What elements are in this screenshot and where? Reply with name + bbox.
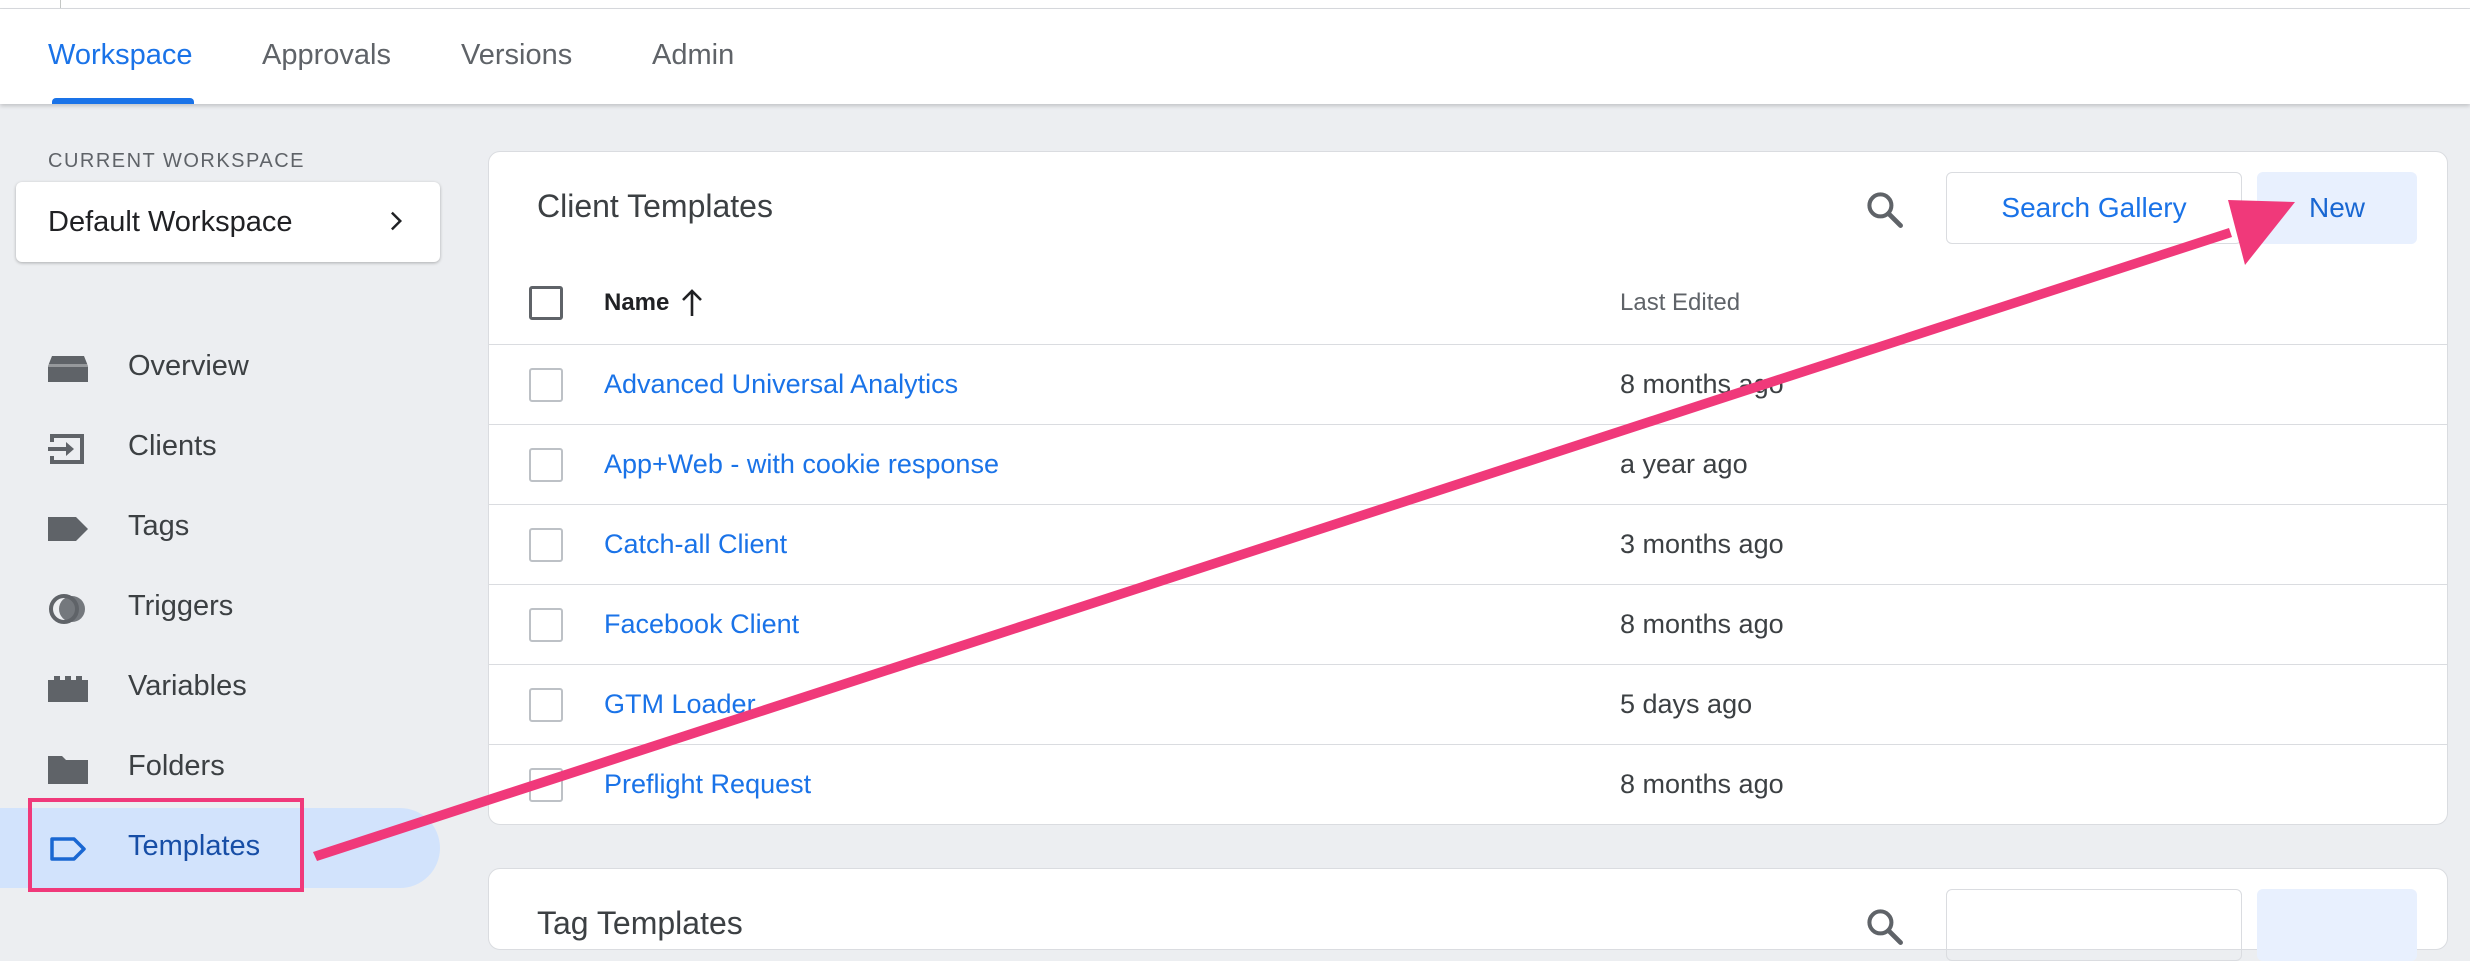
- client-templates-card: Client Templates Search Gallery New Name…: [488, 151, 2448, 825]
- last-edited-value: 8 months ago: [1620, 609, 1784, 639]
- sidebar-item-tags[interactable]: Tags: [0, 488, 440, 568]
- card-title: Tag Templates: [537, 905, 743, 941]
- row-checkbox[interactable]: [529, 688, 563, 722]
- tab-admin[interactable]: Admin: [652, 39, 734, 72]
- row-checkbox[interactable]: [529, 608, 563, 642]
- sidebar-item-folders[interactable]: Folders: [0, 728, 440, 808]
- tag-templates-card: Tag Templates: [488, 868, 2448, 961]
- search-gallery-button[interactable]: Search Gallery: [1946, 172, 2242, 244]
- sidebar-item-triggers[interactable]: Triggers: [0, 568, 440, 648]
- last-edited-value: a year ago: [1620, 449, 1748, 479]
- sidebar-item-overview[interactable]: Overview: [0, 328, 440, 408]
- last-edited-value: 3 months ago: [1620, 529, 1784, 559]
- table-row[interactable]: Facebook Client 8 months ago: [489, 584, 2447, 665]
- template-name-link[interactable]: Catch-all Client: [604, 529, 787, 560]
- row-checkbox[interactable]: [529, 368, 563, 402]
- sidebar-item-label: Overview: [128, 350, 249, 382]
- last-edited-value: 8 months ago: [1620, 769, 1784, 799]
- sidebar-item-variables[interactable]: Variables: [0, 648, 440, 728]
- tab-approvals[interactable]: Approvals: [262, 39, 391, 72]
- table-row[interactable]: Advanced Universal Analytics 8 months ag…: [489, 344, 2447, 425]
- current-workspace-label: CURRENT WORKSPACE: [48, 150, 306, 172]
- new-template-button[interactable]: New: [2257, 172, 2417, 244]
- last-edited-value: 5 days ago: [1620, 689, 1753, 719]
- tab-versions[interactable]: Versions: [461, 39, 572, 72]
- table-row[interactable]: Preflight Request 8 months ago: [489, 744, 2447, 825]
- tab-workspace[interactable]: Workspace: [48, 39, 193, 72]
- select-all-checkbox[interactable]: [529, 286, 563, 320]
- table-row[interactable]: Catch-all Client 3 months ago: [489, 504, 2447, 585]
- sidebar-item-clients[interactable]: Clients: [0, 408, 440, 488]
- new-template-button[interactable]: [2257, 889, 2417, 961]
- row-checkbox[interactable]: [529, 528, 563, 562]
- workspace-selector[interactable]: Default Workspace: [16, 182, 440, 262]
- sidebar-item-label: Folders: [128, 750, 225, 782]
- search-icon[interactable]: [1863, 905, 1907, 949]
- template-name-link[interactable]: GTM Loader: [604, 689, 756, 720]
- row-checkbox[interactable]: [529, 448, 563, 482]
- chevron-right-icon: [391, 211, 402, 231]
- last-edited-value: 8 months ago: [1620, 369, 1784, 399]
- annotation-highlight-box: [28, 798, 304, 892]
- active-tab-indicator: [52, 98, 194, 104]
- clients-icon: [48, 434, 84, 464]
- card-title: Client Templates: [537, 188, 773, 224]
- row-checkbox[interactable]: [529, 768, 563, 802]
- top-strip: [0, 0, 2470, 9]
- arrow-up-icon[interactable]: [679, 288, 705, 318]
- search-gallery-button[interactable]: [1946, 889, 2242, 961]
- sidebar-item-label: Triggers: [128, 590, 234, 622]
- template-name-link[interactable]: Facebook Client: [604, 609, 799, 640]
- folder-icon: [48, 756, 88, 784]
- divider: [60, 0, 61, 8]
- table-row[interactable]: App+Web - with cookie response a year ag…: [489, 424, 2447, 505]
- template-name-link[interactable]: Preflight Request: [604, 769, 811, 800]
- template-name-link[interactable]: App+Web - with cookie response: [604, 449, 999, 480]
- triggers-icon: [49, 594, 85, 624]
- sidebar-item-label: Variables: [128, 670, 247, 702]
- top-tab-bar: Workspace Approvals Versions Admin: [0, 9, 2470, 104]
- workspace-name: Default Workspace: [48, 206, 293, 238]
- template-name-link[interactable]: Advanced Universal Analytics: [604, 369, 958, 400]
- sidebar-item-label: Clients: [128, 430, 217, 462]
- column-header-name[interactable]: Name: [604, 289, 669, 317]
- search-icon[interactable]: [1863, 188, 1907, 232]
- variables-icon: [48, 676, 88, 702]
- overview-icon: [48, 356, 88, 382]
- column-header-last-edited[interactable]: Last Edited: [1620, 289, 1740, 317]
- table-row[interactable]: GTM Loader 5 days ago: [489, 664, 2447, 745]
- tag-icon: [48, 517, 88, 541]
- sidebar-item-label: Tags: [128, 510, 190, 542]
